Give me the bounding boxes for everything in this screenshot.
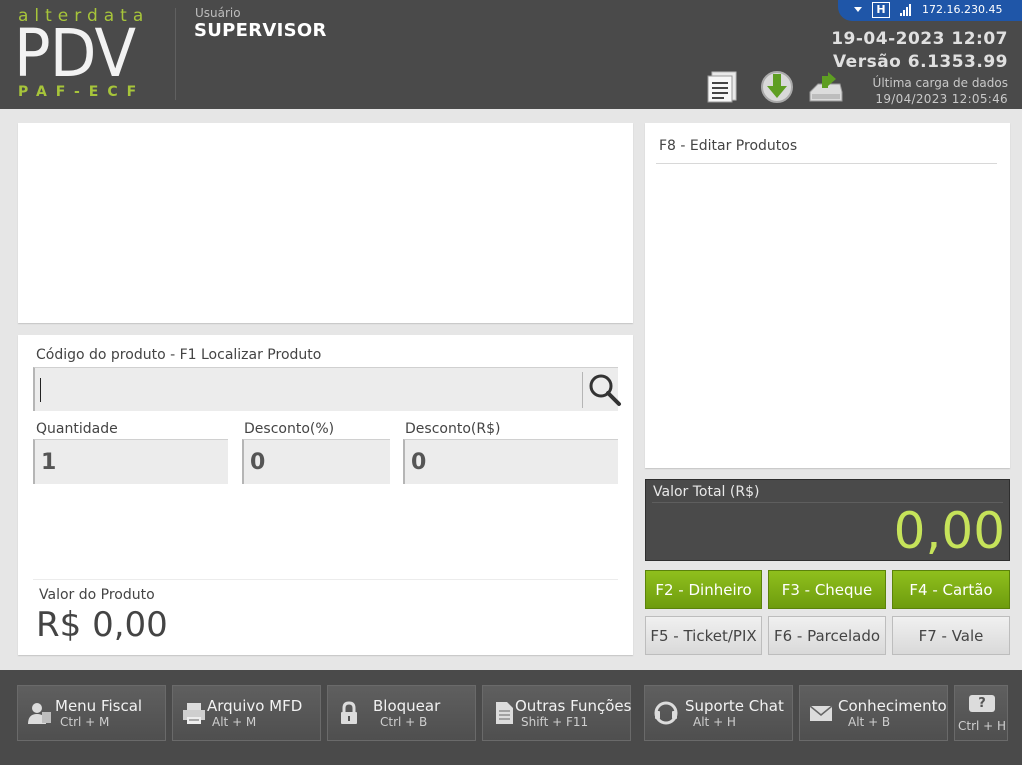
menu-fiscal-label: Menu Fiscal — [55, 697, 143, 715]
other-functions-button[interactable]: Outras Funções Shift + F11 — [482, 685, 631, 741]
edit-products-title: F8 - Editar Produtos — [659, 138, 798, 154]
support-chat-shortcut: Alt + H — [693, 715, 736, 729]
installment-button[interactable]: F6 - Parcelado — [768, 616, 886, 655]
quantity-label: Quantidade — [36, 421, 118, 437]
menu-fiscal-button[interactable]: Menu Fiscal Ctrl + M — [17, 685, 166, 741]
check-button[interactable]: F3 - Cheque — [768, 570, 886, 609]
knowledge-label: Conhecimento — [838, 697, 947, 715]
header-divider — [175, 8, 176, 100]
arquivo-mfd-button[interactable]: Arquivo MFD Alt + M — [172, 685, 321, 741]
lock-icon — [341, 701, 357, 724]
document-icon — [496, 702, 513, 724]
product-value: R$ 0,00 — [36, 605, 168, 645]
version: Versão 6.1353.99 — [832, 52, 1008, 72]
discount-percent-field[interactable]: 0 — [242, 439, 390, 484]
edit-products-panel[interactable]: F8 - Editar Produtos — [645, 123, 1010, 468]
signal-icon — [900, 4, 914, 16]
discount-value-label: Desconto(R$) — [405, 421, 501, 437]
lock-label: Bloquear — [373, 697, 441, 715]
discount-value-field[interactable]: 0 — [403, 439, 618, 484]
network-icon: H — [872, 2, 890, 18]
network-status-bar[interactable]: H 172.16.230.45 — [838, 0, 1022, 21]
ip-address: 172.16.230.45 — [922, 3, 1003, 16]
other-functions-label: Outras Funções — [515, 697, 632, 715]
product-code-input[interactable] — [33, 367, 621, 411]
ticket-pix-button[interactable]: F5 - Ticket/PIX — [645, 616, 762, 655]
search-separator — [582, 372, 583, 408]
lock-button[interactable]: Bloquear Ctrl + B — [327, 685, 476, 741]
arquivo-mfd-label: Arquivo MFD — [207, 697, 303, 715]
header: alterdata PDV PAF-ECF Usuário SUPERVISOR… — [0, 0, 1022, 109]
report-icon[interactable] — [704, 68, 744, 104]
support-chat-button[interactable]: Suporte Chat Alt + H — [644, 685, 793, 741]
cash-button[interactable]: F2 - Dinheiro — [645, 570, 762, 609]
user-name: SUPERVISOR — [194, 20, 327, 41]
date-time: 19-04-2023 12:07 — [831, 29, 1008, 49]
product-code-label: Código do produto - F1 Localizar Produto — [36, 347, 322, 363]
total-label: Valor Total (R$) — [653, 484, 760, 500]
product-entry-panel: Código do produto - F1 Localizar Produto… — [18, 335, 633, 655]
support-chat-label: Suporte Chat — [685, 697, 784, 715]
logo-product: PDV — [14, 15, 136, 92]
voucher-button[interactable]: F7 - Vale — [892, 616, 1010, 655]
last-load-label: Última carga de dados — [872, 76, 1008, 90]
dropdown-arrow-icon[interactable] — [854, 7, 862, 12]
chat-icon — [654, 701, 678, 725]
help-icon: ? — [969, 695, 995, 712]
knowledge-shortcut: Alt + B — [848, 715, 891, 729]
card-button[interactable]: F4 - Cartão — [892, 570, 1010, 609]
arquivo-mfd-shortcut: Alt + M — [212, 715, 257, 729]
quantity-field[interactable]: 1 — [33, 439, 228, 484]
product-value-label: Valor do Produto — [39, 587, 155, 603]
upload-tray-icon[interactable] — [806, 68, 846, 104]
bottom-toolbar: Menu Fiscal Ctrl + M Arquivo MFD Alt + M… — [0, 670, 1022, 765]
download-icon[interactable] — [757, 68, 797, 104]
other-functions-shortcut: Shift + F11 — [521, 715, 589, 729]
total-value: 0,00 — [893, 502, 1005, 560]
logo-subtitle: PAF-ECF — [18, 84, 146, 100]
user-label: Usuário — [195, 6, 241, 20]
total-box: Valor Total (R$) 0,00 — [645, 479, 1010, 561]
search-icon[interactable] — [587, 372, 623, 408]
menu-fiscal-shortcut: Ctrl + M — [60, 715, 110, 729]
divider — [33, 579, 618, 580]
user-icon — [28, 703, 51, 724]
help-button[interactable]: ? Ctrl + H — [954, 685, 1008, 741]
text-caret — [40, 378, 41, 402]
discount-percent-label: Desconto(%) — [244, 421, 335, 437]
printer-icon — [183, 703, 205, 724]
help-shortcut: Ctrl + H — [958, 719, 1007, 733]
mail-icon — [809, 705, 833, 721]
receipt-display — [18, 123, 633, 323]
lock-shortcut: Ctrl + B — [380, 715, 428, 729]
knowledge-button[interactable]: Conhecimento Alt + B — [799, 685, 948, 741]
edit-products-divider — [656, 163, 997, 164]
last-load-value: 19/04/2023 12:05:46 — [875, 92, 1008, 106]
